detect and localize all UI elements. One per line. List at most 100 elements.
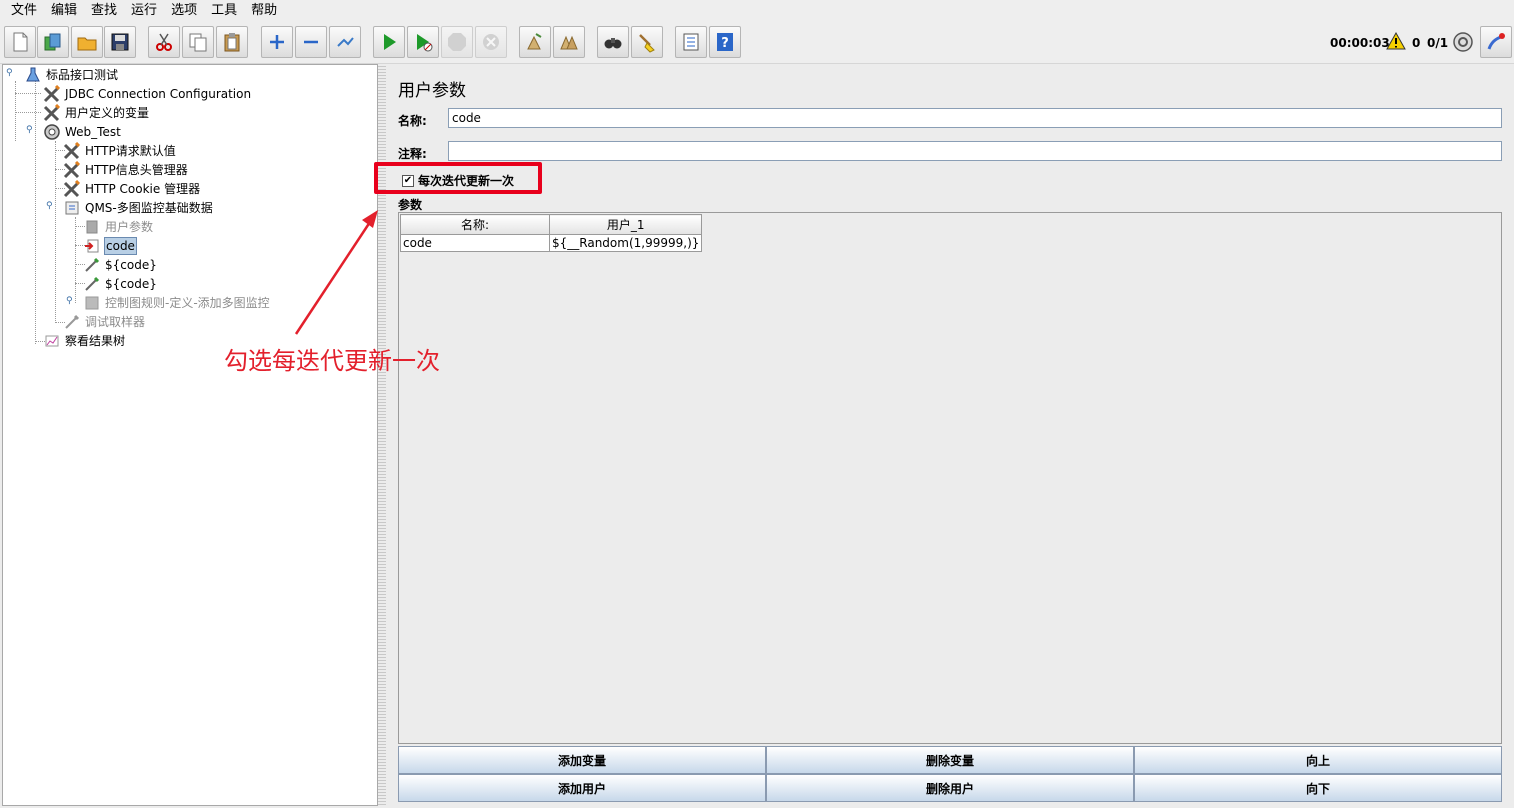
paste-button[interactable] [216,26,248,58]
menu-search[interactable]: 查找 [84,0,124,22]
tree-node-user-vars[interactable]: 用户定义的变量 [43,103,150,122]
expand-icon [270,35,284,49]
wrench-icon [63,179,81,198]
delete-variable-button[interactable]: 删除变量 [766,746,1134,774]
log-viewer-button[interactable] [1480,26,1512,58]
tree-label: HTTP信息头管理器 [85,163,188,177]
thread-group-gear-icon [43,123,61,141]
menu-edit[interactable]: 编辑 [44,0,84,22]
table-row[interactable]: code ${__Random(1,99999,)} [400,234,703,252]
templates-button[interactable] [37,26,69,58]
controller-icon [83,294,101,312]
tree-node-web-test[interactable]: Web_Test [43,122,122,141]
tree-label: HTTP请求默认值 [85,144,176,158]
menu-help[interactable]: 帮助 [244,0,284,22]
wrench-icon [43,103,61,122]
add-user-button[interactable]: 添加用户 [398,774,766,802]
user-parameters-panel: 用户参数 名称: 注释: ✔ 每次迭代更新一次 参数 名称: 用户_1 code… [374,64,1512,806]
new-button[interactable] [4,26,36,58]
toolbar: ? 00:00:03 0 0/1 [0,22,1514,64]
table-cell-name[interactable]: code [400,234,550,252]
tree-label: HTTP Cookie 管理器 [85,182,201,196]
test-plan-tree[interactable]: ⚲ 标品接口测试 JDBC Connection Configuration 用… [2,64,378,806]
delete-user-button[interactable]: 删除用户 [766,774,1134,802]
move-up-button[interactable]: 向上 [1134,746,1502,774]
tree-label: JDBC Connection Configuration [65,86,252,101]
svg-text:?: ? [721,36,729,51]
elapsed-timer: 00:00:03 [1330,36,1390,50]
reset-search-button[interactable] [631,26,663,58]
toggle-button[interactable] [329,26,361,58]
controller-icon [63,199,81,217]
new-icon [13,32,28,52]
tree-node-code[interactable]: code [83,236,137,255]
tree-node-debug-sampler[interactable]: 调试取样器 [63,312,146,331]
expand-button[interactable] [261,26,293,58]
copy-button[interactable] [182,26,214,58]
log-viewer-icon [1487,33,1505,50]
comment-field[interactable] [448,141,1502,161]
toggle-qms[interactable]: ⚲ [46,202,54,211]
toggle-icon [337,37,354,47]
tree-node-http-defaults[interactable]: HTTP请求默认值 [63,141,177,160]
search-icon [604,38,622,49]
menu-run[interactable]: 运行 [124,0,164,22]
shutdown-button[interactable] [475,26,507,58]
column-header-name[interactable]: 名称: [400,214,550,235]
menu-file[interactable]: 文件 [4,0,44,22]
parameters-label: 参数 [398,198,423,212]
flask-icon [24,66,42,84]
paste-icon [224,33,240,52]
save-button[interactable] [104,26,136,58]
toggle-ctrl-chart[interactable]: ⚲ [66,297,74,306]
toggle-root[interactable]: ⚲ [6,69,14,78]
move-down-button[interactable]: 向下 [1134,774,1502,802]
tree-node-code-ref-1[interactable]: ${code} [83,255,158,274]
open-button[interactable] [71,26,103,58]
cut-button[interactable] [148,26,180,58]
function-helper-icon [683,33,699,51]
help-button[interactable]: ? [709,26,741,58]
tree-node-ctrl-chart[interactable]: 控制图规则-定义-添加多图监控 [83,293,271,312]
listener-chart-icon [43,332,61,350]
clear-icon [527,33,542,50]
parameters-table-area[interactable]: 名称: 用户_1 code ${__Random(1,99999,)} [398,212,1502,744]
table-cell-value[interactable]: ${__Random(1,99999,)} [548,234,703,252]
copy-icon [189,33,207,52]
clear-button[interactable] [519,26,551,58]
name-field[interactable] [448,108,1502,128]
menu-options[interactable]: 选项 [164,0,204,22]
tree-node-code-ref-2[interactable]: ${code} [83,274,158,293]
menu-tools[interactable]: 工具 [204,0,244,22]
tree-node-jdbc[interactable]: JDBC Connection Configuration [43,84,252,103]
tree-node-root[interactable]: 标品接口测试 [24,65,119,84]
comment-label: 注释: [398,147,427,161]
toggle-web-test[interactable]: ⚲ [26,126,34,135]
wrench-icon [43,84,61,103]
tree-label: 调试取样器 [85,315,146,329]
tree-node-http-header[interactable]: HTTP信息头管理器 [63,160,189,179]
sampler-pipette-icon [83,275,101,293]
sampler-pipette-icon [83,256,101,274]
tree-node-qms[interactable]: QMS-多图监控基础数据 [63,198,214,217]
start-no-pauses-button[interactable] [407,26,439,58]
wrench-icon [63,160,81,179]
tree-label: ${code} [105,276,157,291]
page-title: 用户参数 [398,81,466,101]
remote-status-button[interactable] [1448,27,1478,57]
stop-button[interactable] [441,26,473,58]
clear-all-button[interactable] [553,26,585,58]
column-header-user-1[interactable]: 用户_1 [548,214,703,235]
start-button[interactable] [373,26,405,58]
search-button[interactable] [597,26,629,58]
tree-label: QMS-多图监控基础数据 [85,201,213,215]
collapse-button[interactable] [295,26,327,58]
warning-icon[interactable] [1386,31,1406,53]
tree-node-user-params[interactable]: 用户参数 [83,217,154,236]
tree-node-view-results[interactable]: 察看结果树 [43,331,126,350]
annotation-text: 勾选每迭代更新一次 [224,347,440,375]
function-helper-button[interactable] [675,26,707,58]
tree-node-http-cookie[interactable]: HTTP Cookie 管理器 [63,179,201,198]
add-variable-button[interactable]: 添加变量 [398,746,766,774]
preprocessor-icon [83,237,101,255]
